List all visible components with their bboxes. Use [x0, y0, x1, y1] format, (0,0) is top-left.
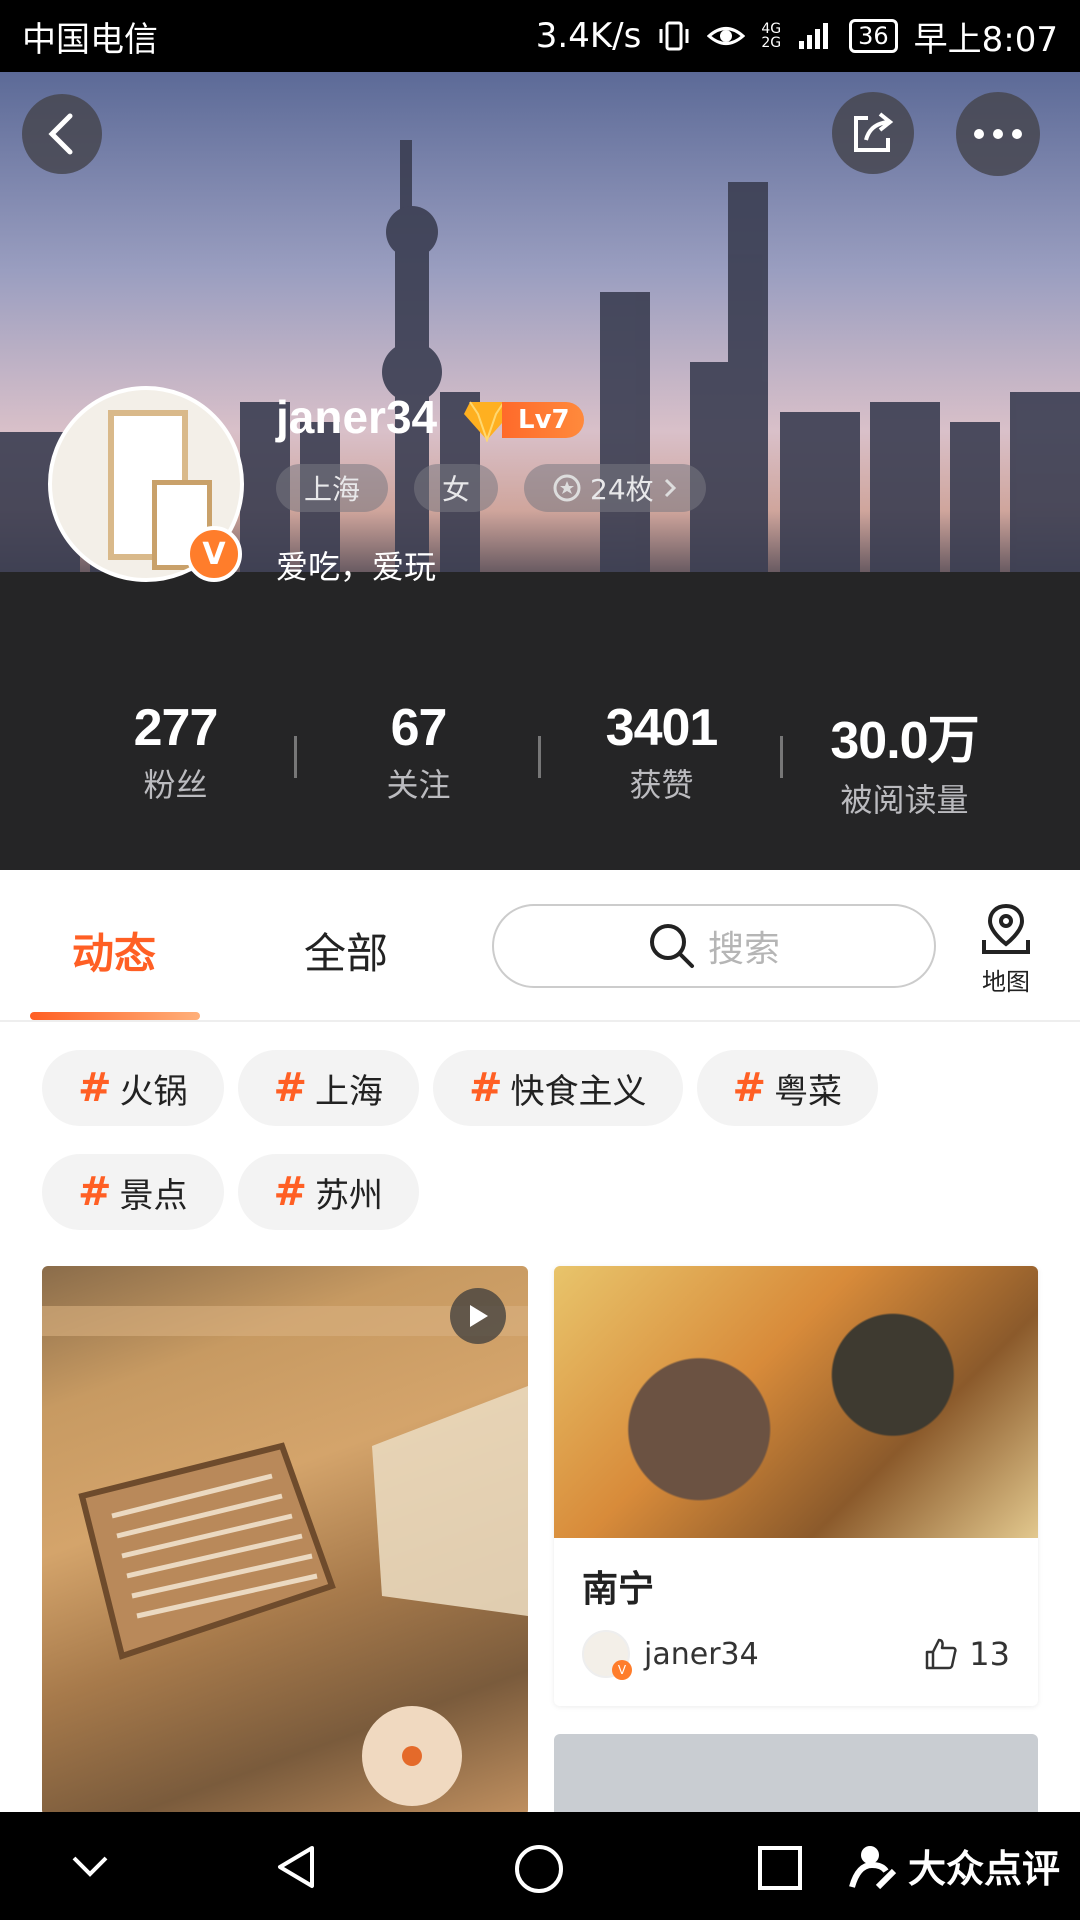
- post-meta: V janer34 13: [582, 1630, 1010, 1680]
- hash-icon: #: [78, 1065, 112, 1111]
- topic-label: 粤菜: [774, 1071, 843, 1112]
- chevron-left-icon: [48, 113, 73, 155]
- vibrate-icon: [657, 19, 691, 53]
- nav-home-button[interactable]: [512, 1842, 566, 1896]
- more-button[interactable]: [956, 92, 1040, 176]
- nav-back-button[interactable]: [272, 1842, 320, 1892]
- post-card-video[interactable]: [42, 1266, 528, 1816]
- topic-label: 苏州: [315, 1175, 384, 1216]
- app-watermark: 大众点评: [848, 1838, 1060, 1893]
- like-button[interactable]: 13: [923, 1635, 1010, 1673]
- share-button[interactable]: [832, 92, 914, 174]
- map-label: 地图: [982, 968, 1030, 996]
- post-title: 南宁: [582, 1569, 655, 1610]
- topic-chip-shanghai[interactable]: # 上海: [237, 1050, 420, 1126]
- topic-chip-cantonese[interactable]: # 粤菜: [696, 1050, 879, 1126]
- stat-label: 被阅读量: [840, 781, 969, 819]
- thumbs-up-icon: [926, 1638, 957, 1670]
- post-image: [554, 1266, 1038, 1538]
- topic-chip-suzhou[interactable]: # 苏州: [237, 1154, 420, 1230]
- topic-label: 快食主义: [510, 1071, 647, 1112]
- watermark-text: 大众点评: [907, 1847, 1060, 1891]
- stat-label: 获赞: [629, 766, 694, 804]
- more-dots-icon: [974, 129, 1022, 139]
- medals-button[interactable]: 24枚: [524, 464, 706, 512]
- clock: 早上8:07: [913, 19, 1058, 60]
- post-image: [42, 1306, 528, 1806]
- play-icon: [470, 1305, 488, 1327]
- hash-icon: #: [273, 1169, 308, 1215]
- network-type: 4G 2G: [761, 21, 782, 51]
- tab-feed[interactable]: 动态: [72, 920, 156, 981]
- network-speed: 3.4K/s: [535, 16, 642, 56]
- author-avatar: V: [582, 1630, 632, 1680]
- eye-comfort-icon: [707, 21, 746, 51]
- stat-divider: [294, 736, 297, 778]
- map-pin-icon: [982, 903, 1030, 954]
- status-icons: 3.4K/s 4G 2G 36 早上8:07: [536, 12, 1058, 61]
- hash-icon: #: [273, 1065, 308, 1111]
- tab-bar: 动态 全部 搜索 地图: [0, 870, 1080, 1022]
- bio: 爱吃，爱玩: [276, 548, 437, 586]
- signal-icon: [797, 21, 833, 51]
- post-author[interactable]: V janer34: [582, 1630, 759, 1680]
- nav-recents-button[interactable]: [756, 1844, 804, 1892]
- stat-value: 30.0万: [830, 712, 979, 770]
- stat-value: 3401: [605, 699, 719, 757]
- stat-likes[interactable]: 3401 获赞: [540, 620, 783, 804]
- topic-chips: # 火锅 # 上海 # 快食主义 # 粤菜 # 景点 # 苏州: [42, 1050, 1042, 1230]
- stat-following[interactable]: 67 关注: [297, 620, 540, 804]
- stat-value: 277: [133, 699, 219, 757]
- share-icon: [854, 112, 894, 152]
- verified-badge: V: [186, 526, 242, 582]
- author-name: janer34: [644, 1636, 759, 1672]
- battery-icon: 36: [849, 19, 898, 53]
- topic-chip-hotpot[interactable]: # 火锅: [42, 1050, 224, 1126]
- system-nav-bar: 大众点评: [0, 1812, 1080, 1920]
- tab-indicator: [30, 1012, 200, 1020]
- topic-label: 上海: [315, 1071, 384, 1112]
- search-input[interactable]: 搜索: [492, 904, 936, 988]
- post-card[interactable]: 南宁 V janer34 13: [554, 1266, 1038, 1706]
- play-button[interactable]: [450, 1288, 506, 1344]
- stat-label: 关注: [386, 766, 451, 804]
- tab-all[interactable]: 全部: [304, 920, 388, 981]
- level-badge[interactable]: Lv7: [462, 398, 584, 442]
- hash-icon: #: [469, 1065, 503, 1111]
- gender-tag: 女: [414, 464, 499, 512]
- topic-label: 景点: [119, 1175, 188, 1216]
- collapse-nav-button[interactable]: [68, 1852, 112, 1880]
- hash-icon: #: [78, 1169, 112, 1215]
- stat-label: 粉丝: [143, 766, 208, 804]
- city-tag: 上海: [276, 464, 389, 512]
- stat-followers[interactable]: 277 粉丝: [54, 620, 297, 804]
- topic-chip-sights[interactable]: # 景点: [42, 1154, 224, 1230]
- stat-views[interactable]: 30.0万 被阅读量: [783, 620, 1026, 819]
- profile-tags: 上海 女 24枚: [276, 464, 706, 512]
- chevron-right-icon: [664, 478, 676, 498]
- stat-divider: [780, 736, 783, 778]
- stat-value: 67: [390, 699, 448, 757]
- topic-label: 火锅: [119, 1071, 188, 1112]
- medal-icon: [553, 474, 581, 502]
- map-button[interactable]: 地图: [968, 900, 1044, 997]
- status-bar: 中国电信 3.4K/s 4G 2G 36 早上8:07: [0, 0, 1080, 72]
- topic-chip-fastfood[interactable]: # 快食主义: [433, 1050, 683, 1126]
- search-placeholder: 搜索: [707, 929, 780, 970]
- carrier-label: 中国电信: [22, 19, 158, 60]
- username: janer34: [276, 391, 438, 443]
- medals-count: 24枚: [590, 473, 654, 506]
- stat-divider: [538, 736, 541, 778]
- hash-icon: #: [732, 1065, 767, 1111]
- dianping-logo-icon: [849, 1845, 897, 1889]
- back-button[interactable]: [22, 94, 102, 174]
- level-label: Lv7: [502, 402, 584, 438]
- like-count: 13: [969, 1635, 1010, 1673]
- verified-badge: V: [612, 1660, 632, 1680]
- search-icon: [649, 924, 694, 968]
